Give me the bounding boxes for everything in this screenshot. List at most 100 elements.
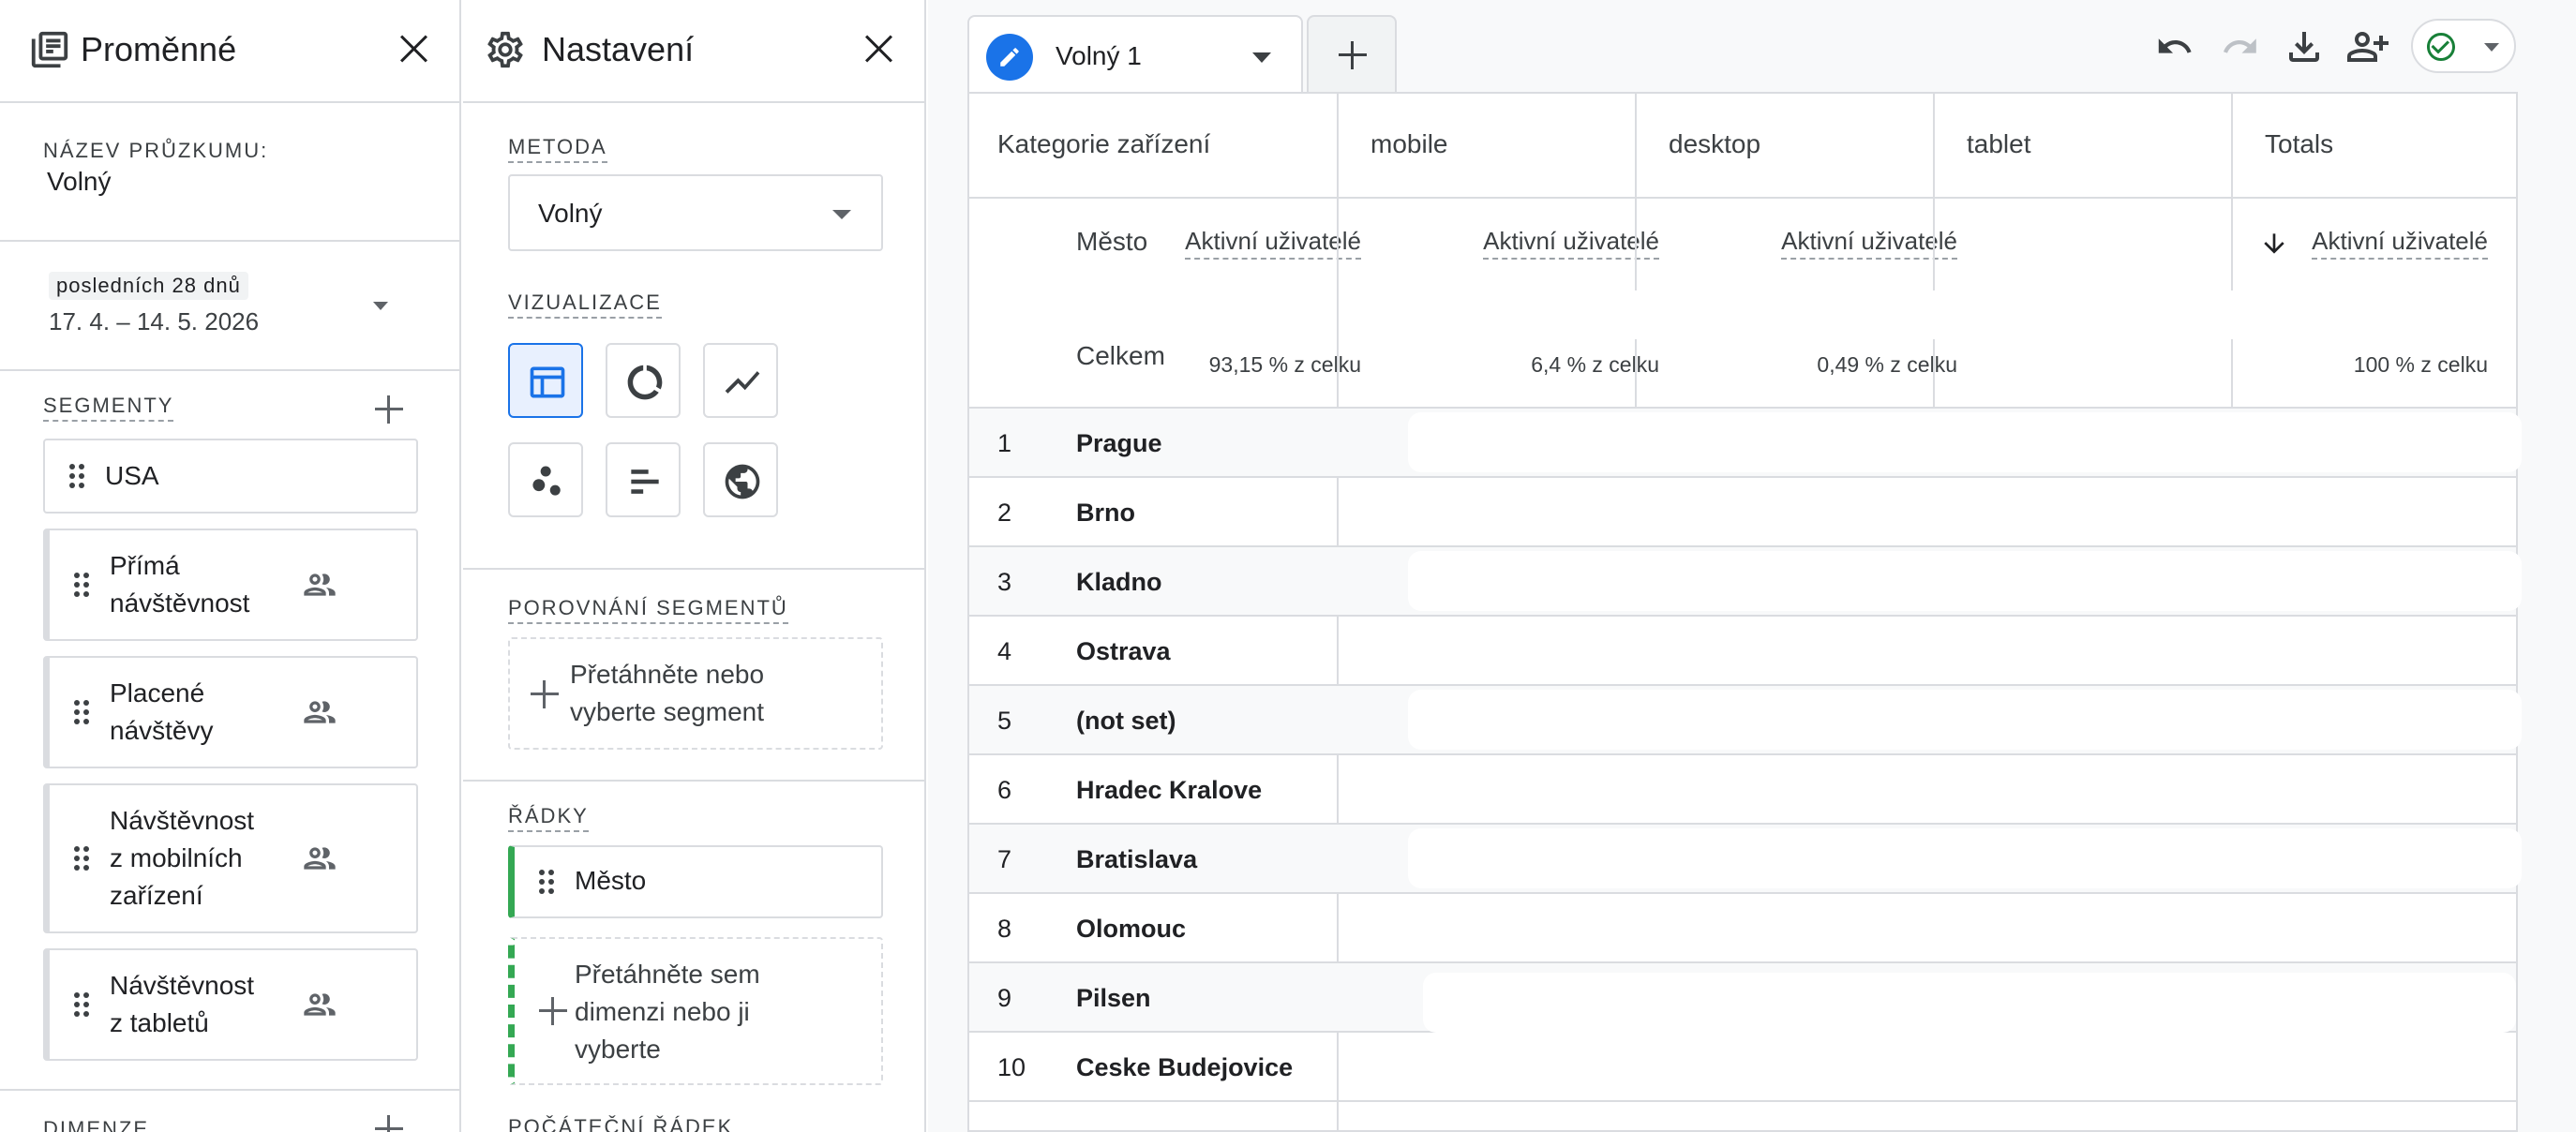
redacted-values [1408,828,2522,888]
metric-header-desktop[interactable]: Aktivní uživatelé [1483,227,1659,260]
viz-bar-button[interactable] [606,442,681,517]
scatter-chart-icon [532,466,561,496]
viz-table-button[interactable] [508,343,583,418]
metric-header-mobile[interactable]: Aktivní uživatelé [1185,227,1361,260]
tab-volny-1[interactable]: Volný 1 [967,15,1303,92]
row-city[interactable]: Brno [1076,499,1135,528]
divider [0,1089,459,1091]
bar-chart-icon [631,469,659,494]
undo-button[interactable] [2152,24,2197,69]
download-icon [2289,32,2319,62]
dropzone-line2: dimenzi nebo ji [575,997,750,1026]
redacted-values [1408,412,2522,472]
visualization-caption: VIZUALIZACE [508,290,662,319]
method-select[interactable]: Volný [508,174,883,251]
segment-chip-tablet[interactable]: Návštěvnost z tabletů [43,948,418,1061]
row-city[interactable]: Prague [1076,429,1162,458]
check-circle-icon [2427,33,2455,61]
row-number: 8 [997,915,1012,943]
column-divider [1933,339,1935,409]
table-row[interactable]: 7 Bratislava [969,825,2522,894]
status-menu-button[interactable] [2411,19,2516,73]
drag-handle-icon[interactable] [74,846,89,871]
row-dimension-dropzone[interactable]: Přetáhněte sem dimenzi nebo ji vyberte [508,937,883,1085]
share-button[interactable] [2345,24,2390,69]
column-divider [1933,94,1935,290]
row-city[interactable]: Olomouc [1076,915,1186,944]
metric-header-totals[interactable]: Aktivní uživatelé [2312,227,2488,260]
chevron-down-icon[interactable] [1252,52,1271,63]
row-city[interactable]: Hradec Kralove [1076,776,1262,805]
pivot-header: Kategorie zařízení [997,129,1211,158]
column-header-tablet[interactable]: tablet [1967,129,2031,159]
add-person-icon [2346,32,2389,62]
table-row[interactable]: 1 Prague [969,409,2522,478]
row-number: 1 [997,429,1012,457]
donut-chart-icon [627,365,663,400]
table-row[interactable]: 10 Ceske Budejovice [969,1033,2516,1102]
table-row[interactable]: 9 Pilsen [969,963,2516,1033]
row-dimension-chip[interactable]: Město [508,845,883,918]
globe-icon [725,464,760,499]
drag-handle-icon[interactable] [74,573,89,597]
tab-label: Volný 1 [1056,41,1142,70]
add-dimension-button[interactable] [375,1115,403,1132]
sort-descending-icon[interactable] [2259,229,2289,259]
drag-handle-icon[interactable] [74,992,89,1017]
segment-chip-usa[interactable]: USA [43,439,418,514]
redo-button[interactable] [2218,24,2263,69]
metric-header-row: Město Aktivní uživatelé Aktivní uživatel… [969,199,2516,409]
add-tab-button[interactable] [1307,15,1397,92]
table-row[interactable]: 6 Hradec Kralove [969,755,2516,825]
viz-line-button[interactable] [703,343,778,418]
row-city[interactable]: Pilsen [1076,984,1151,1013]
chevron-down-icon[interactable] [373,302,388,310]
row-number: 5 [997,707,1012,735]
column-header-desktop[interactable]: desktop [1669,129,1760,159]
row-city[interactable]: Bratislava [1076,845,1197,874]
segment-chip-paid[interactable]: Placené návštěvy [43,656,418,768]
row-dimension-header[interactable]: Město [1076,227,1147,257]
date-range-value[interactable]: 17. 4. – 14. 5. 2026 [49,307,259,336]
segment-label-line1: Přímá [110,551,180,580]
metric-header-tablet[interactable]: Aktivní uživatelé [1781,227,1957,260]
table-row[interactable]: 2 Brno [969,478,2516,547]
drag-handle-icon[interactable] [539,870,554,894]
total-pct-desktop: 6,4 % z celku [1531,352,1659,377]
drag-handle-icon[interactable] [74,700,89,724]
segment-comparison-dropzone[interactable]: Přetáhněte nebo vyberte segment [508,637,883,750]
segment-chip-direct[interactable]: Přímá návštěvnost [43,529,418,641]
segment-label-line2: z tabletů [110,1008,209,1037]
segment-chip-mobile[interactable]: Návštěvnost z mobilních zařízení [43,783,418,933]
close-settings-button[interactable] [861,30,898,67]
row-city[interactable]: Ostrava [1076,637,1171,666]
row-city[interactable]: (not set) [1076,707,1176,736]
column-header-mobile[interactable]: mobile [1370,129,1447,159]
date-range-section[interactable] [0,242,459,371]
table-row[interactable]: 4 Ostrava [969,617,2516,686]
drag-handle-icon[interactable] [69,464,84,488]
survey-name-caption: NÁZEV PRŮZKUMU: [43,139,269,162]
dropzone-line3: vyberte [575,1035,661,1064]
dropzone-line1: Přetáhněte nebo [570,660,765,689]
divider [463,780,924,782]
download-button[interactable] [2282,24,2327,69]
table-row[interactable]: 5 (not set) [969,686,2522,755]
row-city[interactable]: Kladno [1076,568,1162,597]
settings-panel: Nastavení METODA Volný VIZUALIZACE POROV… [463,0,926,1132]
survey-name-value[interactable]: Volný [47,167,112,197]
column-divider [1635,94,1637,290]
table-row[interactable]: 3 Kladno [969,547,2522,617]
column-header-totals[interactable]: Totals [2265,129,2333,159]
chevron-down-icon [2484,43,2499,52]
close-variables-button[interactable] [396,30,433,67]
viz-geo-button[interactable] [703,442,778,517]
dimensions-caption: DIMENZE [43,1117,149,1132]
add-segment-button[interactable] [375,395,403,424]
pivot-header-row: Kategorie zařízení mobile desktop tablet… [969,94,2516,199]
viz-scatter-button[interactable] [508,442,583,517]
row-city[interactable]: Ceske Budejovice [1076,1053,1293,1082]
variables-title: Proměnné [81,30,237,68]
viz-donut-button[interactable] [606,343,681,418]
table-row[interactable]: 8 Olomouc [969,894,2516,963]
